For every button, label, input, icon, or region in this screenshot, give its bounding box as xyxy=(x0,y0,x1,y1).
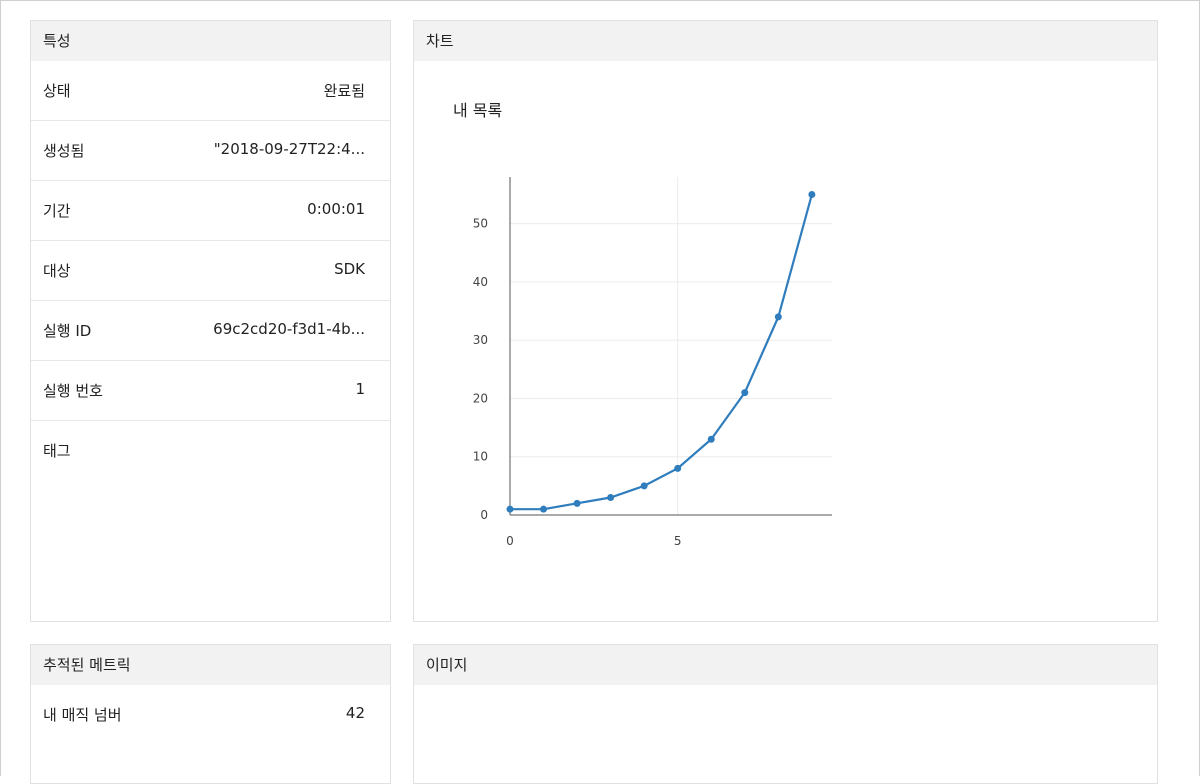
property-row-run-id: 실행 ID 69c2cd20-f3d1-4b... xyxy=(31,301,390,361)
property-row-tags: 태그 xyxy=(31,421,390,480)
data-point xyxy=(607,494,615,502)
property-key: 대상 xyxy=(43,262,71,280)
property-key: 상태 xyxy=(43,82,71,100)
line-chart[interactable]: 0 10 20 30 40 50 0 5 xyxy=(414,61,1157,621)
metric-value: 42 xyxy=(345,704,365,722)
images-panel: 이미지 xyxy=(413,644,1158,784)
metric-row: 내 매직 넘버 42 xyxy=(31,685,390,745)
x-tick-label: 0 xyxy=(506,534,514,548)
property-row-duration: 기간 0:00:01 xyxy=(31,181,390,241)
x-tick-label: 5 xyxy=(674,534,682,548)
y-tick-label: 50 xyxy=(473,217,488,231)
property-key: 실행 번호 xyxy=(43,382,103,400)
metric-name: 내 매직 넘버 xyxy=(43,706,122,724)
data-point xyxy=(741,389,749,397)
data-point xyxy=(774,313,782,321)
property-key: 태그 xyxy=(43,442,71,460)
property-row-created: 생성됨 "2018-09-27T22:4... xyxy=(31,121,390,181)
tracked-metrics-panel: 추적된 메트릭 내 매직 넘버 42 xyxy=(30,644,391,784)
property-value: "2018-09-27T22:4... xyxy=(213,140,365,158)
data-point xyxy=(573,499,581,507)
y-tick-label: 30 xyxy=(473,333,488,347)
data-point xyxy=(640,482,648,490)
data-point xyxy=(707,435,715,443)
properties-panel: 특성 상태 완료됨 생성됨 "2018-09-27T22:4... 기간 0:0… xyxy=(30,20,391,622)
property-key: 실행 ID xyxy=(43,322,92,340)
property-value: 69c2cd20-f3d1-4b... xyxy=(213,320,365,338)
property-value: SDK xyxy=(334,260,365,278)
property-row-status: 상태 완료됨 xyxy=(31,61,390,121)
property-value: 완료됨 xyxy=(323,82,365,100)
property-key: 기간 xyxy=(43,202,71,220)
property-row-run-number: 실행 번호 1 xyxy=(31,361,390,421)
property-value: 1 xyxy=(355,380,365,398)
images-header: 이미지 xyxy=(414,645,1157,685)
tracked-metrics-header: 추적된 메트릭 xyxy=(31,645,390,685)
y-tick-label: 10 xyxy=(473,450,488,464)
y-tick-label: 20 xyxy=(473,391,488,405)
y-tick-label: 0 xyxy=(480,508,488,522)
data-point xyxy=(540,505,548,513)
data-point xyxy=(506,505,514,513)
data-point xyxy=(808,190,816,198)
property-key: 생성됨 xyxy=(43,142,85,160)
data-point xyxy=(674,464,682,472)
chart-panel: 차트 내 목록 0 10 20 30 40 50 0 5 xyxy=(413,20,1158,622)
chart-panel-header: 차트 xyxy=(414,21,1157,61)
series-line xyxy=(510,194,813,511)
y-tick-label: 40 xyxy=(473,275,488,289)
property-value: 0:00:01 xyxy=(307,200,365,218)
properties-header: 특성 xyxy=(31,21,390,61)
property-row-target: 대상 SDK xyxy=(31,241,390,301)
